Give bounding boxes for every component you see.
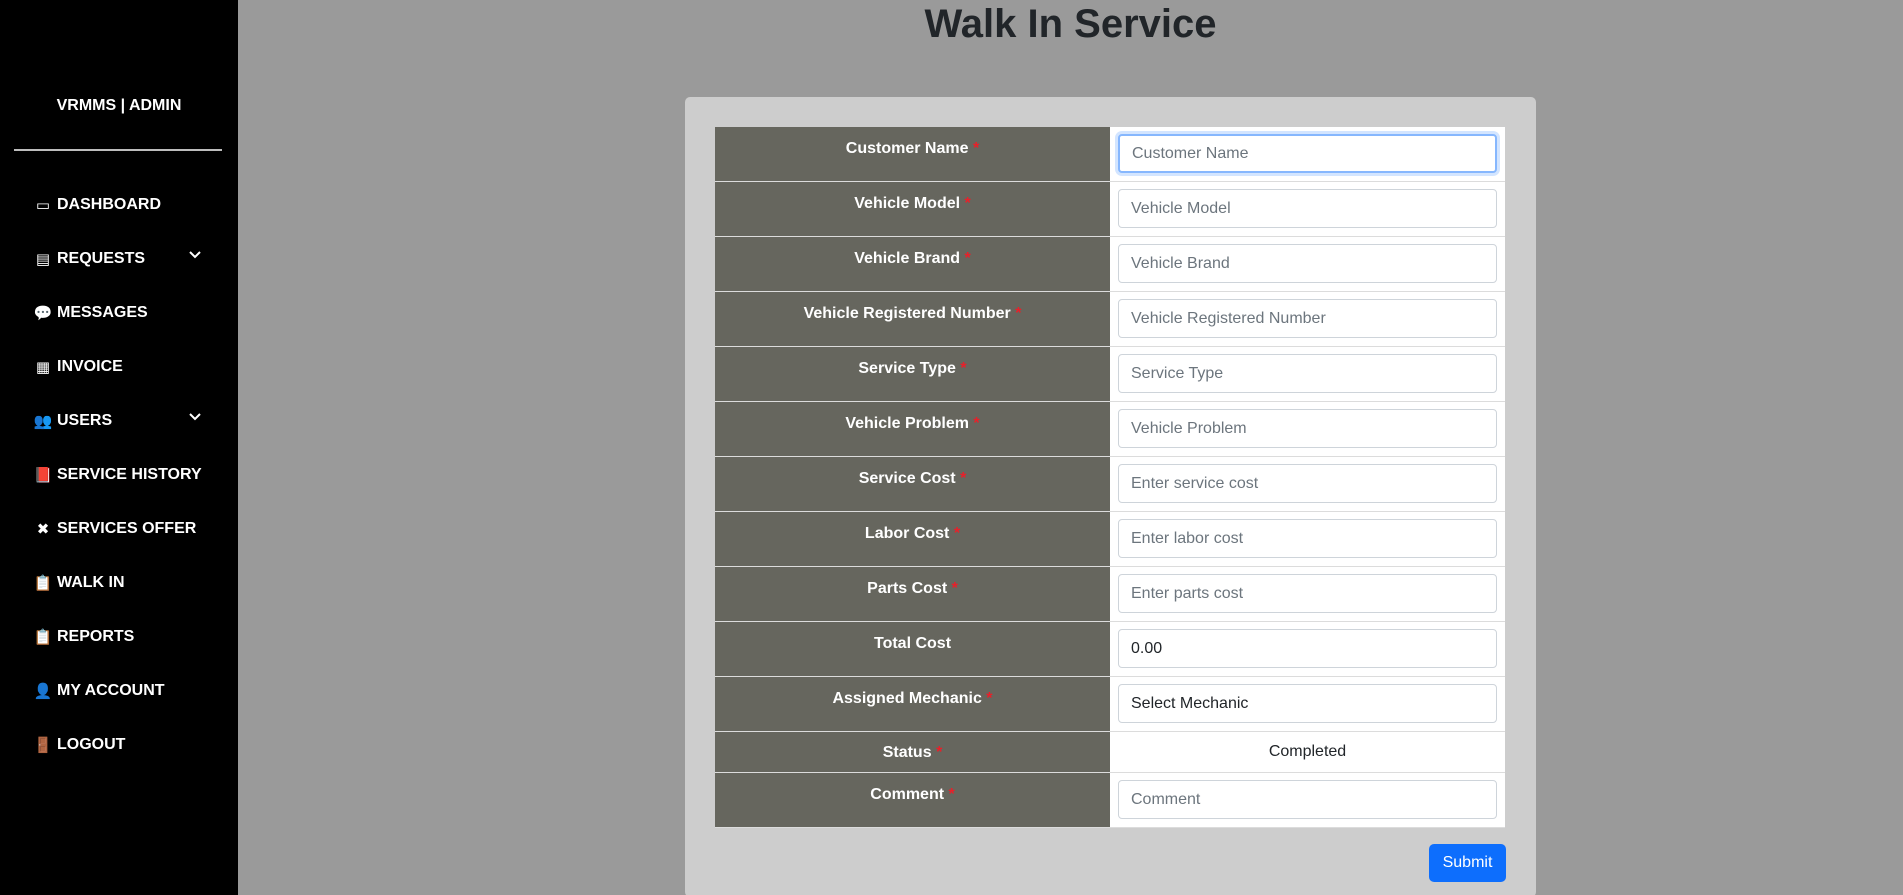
field-label: Vehicle Registered Number *	[715, 292, 1110, 346]
users-icon: 👥	[33, 413, 53, 430]
receipt-icon: ▦	[35, 359, 51, 376]
required-marker: *	[951, 580, 958, 597]
sidebar: VRMMS | ADMIN ▭ DASHBOARD ▤ REQUESTS 💬 M…	[0, 0, 238, 895]
sidebar-item-invoice[interactable]: ▦ INVOICE	[0, 340, 238, 394]
door-icon: 🚪	[33, 737, 53, 754]
sidebar-item-label: INVOICE	[57, 358, 123, 375]
sidebar-item-label: MY ACCOUNT	[57, 682, 165, 699]
form-row: Vehicle Brand *	[715, 237, 1505, 292]
sidebar-item-dashboard[interactable]: ▭ DASHBOARD	[0, 178, 238, 232]
form-row: Total Cost	[715, 622, 1505, 677]
comment-input[interactable]	[1118, 780, 1497, 819]
vehicle-problem-input[interactable]	[1118, 409, 1497, 448]
required-marker: *	[973, 415, 980, 432]
clipboard-icon: 📋	[33, 575, 53, 592]
field-label: Vehicle Problem *	[715, 402, 1110, 456]
field-label: Service Type *	[715, 347, 1110, 401]
field-label: Customer Name *	[715, 127, 1110, 181]
field-label: Status *	[715, 732, 1110, 772]
dashboard-icon: ▭	[35, 197, 51, 214]
page-title: Walk In Service	[924, 2, 1217, 46]
vehicle-reg-number-input[interactable]	[1118, 299, 1497, 338]
brand-title: VRMMS | ADMIN	[56, 97, 182, 114]
service-cost-input[interactable]	[1118, 464, 1497, 503]
required-marker: *	[964, 195, 971, 212]
required-marker: *	[960, 360, 967, 377]
form-row: Service Cost *	[715, 457, 1505, 512]
sidebar-item-requests[interactable]: ▤ REQUESTS	[0, 232, 238, 286]
required-marker: *	[953, 525, 961, 542]
form-row: Vehicle Model *	[715, 182, 1505, 237]
field-label: Vehicle Brand *	[715, 237, 1110, 291]
sidebar-item-walk-in[interactable]: 📋 WALK IN	[0, 556, 238, 610]
required-marker: *	[960, 470, 967, 487]
chat-icon: 💬	[33, 305, 53, 322]
required-marker: *	[986, 690, 993, 707]
parts-cost-input[interactable]	[1118, 574, 1497, 613]
field-label: Total Cost	[715, 622, 1110, 676]
sidebar-item-services-offer[interactable]: ✖ SERVICES OFFER	[0, 502, 238, 556]
field-label: Labor Cost *	[715, 512, 1110, 566]
required-marker: *	[1015, 305, 1022, 322]
sidebar-item-label: DASHBOARD	[57, 196, 161, 213]
clipboard-check-icon: 📋	[33, 629, 53, 646]
form-row: Service Type *	[715, 347, 1505, 402]
form-row: Customer Name *	[715, 127, 1505, 182]
sidebar-item-messages[interactable]: 💬 MESSAGES	[0, 286, 238, 340]
required-marker: *	[948, 786, 955, 803]
vehicle-brand-input[interactable]	[1118, 244, 1497, 283]
sidebar-item-label: REQUESTS	[57, 250, 146, 267]
form-row: Vehicle Registered Number *	[715, 292, 1505, 347]
book-icon: 📕	[33, 467, 53, 484]
field-label: Vehicle Model *	[715, 182, 1110, 236]
form-row: Comment *	[715, 773, 1505, 828]
form-row: Vehicle Problem *	[715, 402, 1505, 457]
sidebar-item-label: WALK IN	[57, 574, 125, 591]
sidebar-item-label: LOGOUT	[57, 736, 126, 753]
sidebar-item-logout[interactable]: 🚪 LOGOUT	[0, 718, 238, 772]
sidebar-nav: ▭ DASHBOARD ▤ REQUESTS 💬 MESSAGES ▦ INVO…	[0, 178, 238, 772]
sidebar-item-label: SERVICES OFFER	[57, 520, 197, 537]
required-marker: *	[972, 140, 980, 157]
labor-cost-input[interactable]	[1118, 519, 1497, 558]
required-marker: *	[964, 250, 971, 267]
sidebar-item-my-account[interactable]: 👤 MY ACCOUNT	[0, 664, 238, 718]
sidebar-divider	[14, 149, 222, 151]
sidebar-item-label: MESSAGES	[57, 304, 148, 321]
sidebar-item-label: SERVICE HISTORY	[57, 466, 202, 483]
field-label: Service Cost *	[715, 457, 1110, 511]
vehicle-model-input[interactable]	[1118, 189, 1497, 228]
submit-button[interactable]: Submit	[1429, 844, 1506, 882]
field-label: Parts Cost *	[715, 567, 1110, 621]
form-row: Parts Cost *	[715, 567, 1505, 622]
tools-icon: ✖	[36, 521, 50, 538]
field-label: Assigned Mechanic *	[715, 677, 1110, 731]
form-row: Labor Cost *	[715, 512, 1505, 567]
form-row: Assigned Mechanic * Select Mechanic	[715, 677, 1505, 732]
user-icon: 👤	[33, 683, 53, 700]
total-cost-input[interactable]	[1118, 629, 1497, 668]
service-type-input[interactable]	[1118, 354, 1497, 393]
file-icon: ▤	[35, 251, 51, 268]
form-row: Status * Completed	[715, 732, 1505, 773]
sidebar-item-service-history[interactable]: 📕 SERVICE HISTORY	[0, 448, 238, 502]
chevron-down-icon[interactable]	[188, 248, 202, 262]
status-value: Completed	[1110, 732, 1505, 772]
sidebar-item-reports[interactable]: 📋 REPORTS	[0, 610, 238, 664]
sidebar-item-label: REPORTS	[57, 628, 135, 645]
sidebar-item-label: USERS	[57, 412, 113, 429]
required-marker: *	[936, 744, 943, 761]
sidebar-item-users[interactable]: 👥 USERS	[0, 394, 238, 448]
mechanic-select[interactable]: Select Mechanic	[1118, 684, 1497, 723]
customer-name-input[interactable]	[1118, 134, 1497, 173]
chevron-down-icon[interactable]	[188, 410, 202, 424]
walk-in-form: Customer Name * Vehicle Model * Vehicle …	[715, 127, 1505, 828]
field-label: Comment *	[715, 773, 1110, 827]
